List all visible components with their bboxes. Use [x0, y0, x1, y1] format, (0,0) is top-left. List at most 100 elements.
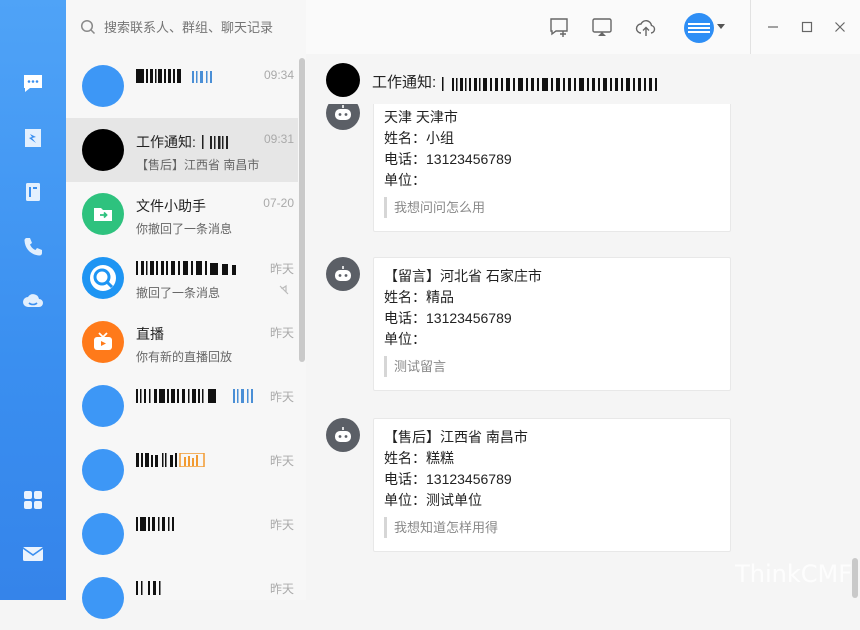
chat-avatar[interactable]	[326, 63, 360, 97]
screen-icon	[592, 18, 612, 36]
search-magnifier-icon	[90, 265, 116, 291]
search-icon	[80, 19, 96, 35]
conversation-list: 09:34 工作通知: 09:31 【售后】江西省 南昌市 文件小助手 07-2…	[66, 0, 307, 619]
left-nav	[0, 0, 66, 600]
avatar	[82, 385, 124, 427]
screen-share-button[interactable]	[590, 15, 614, 39]
avatar	[82, 321, 124, 363]
close-button[interactable]	[829, 16, 851, 38]
cloud-upload-icon	[635, 20, 656, 36]
redacted-name	[136, 261, 236, 275]
chat-header: 工作通知:	[306, 54, 860, 105]
conversation-item[interactable]: 昨天	[66, 566, 298, 630]
watermark: ThinkCMF	[735, 560, 852, 588]
message-unit: 单位：	[384, 172, 426, 188]
nav-cloud[interactable]	[13, 281, 53, 321]
conversation-time: 09:31	[263, 132, 294, 146]
message-bubble: 【售后】江西省 南昌市 姓名：糕糕 电话：13123456789 单位：测试单位…	[373, 418, 731, 552]
cloud-icon	[23, 294, 43, 307]
redacted-name	[136, 389, 253, 403]
chat-title-text: 工作通知:	[372, 74, 437, 91]
conversation-name	[136, 516, 256, 532]
avatar	[82, 193, 124, 235]
avatar	[82, 257, 124, 299]
message-note: 测试留言	[384, 356, 720, 377]
chat-icon	[24, 75, 42, 92]
conversation-name	[136, 68, 256, 84]
minimize-button[interactable]	[762, 16, 784, 38]
nav-apps[interactable]	[13, 480, 53, 520]
bot-avatar	[326, 104, 360, 130]
redacted-name	[201, 135, 228, 149]
search-input[interactable]	[102, 18, 286, 36]
message-bubble: 【留言】河北省 石家庄市 姓名：精品 电话：13123456789 单位： 测试…	[373, 257, 731, 391]
message-unit: 单位：测试单位	[384, 492, 482, 508]
minimize-icon	[768, 26, 778, 28]
message-name: 姓名：精品	[384, 289, 454, 305]
message-phone: 电话：13123456789	[384, 471, 512, 487]
conversation-time: 昨天	[269, 454, 294, 468]
chat-scrollbar[interactable]	[852, 558, 858, 598]
top-toolbar	[306, 0, 860, 54]
chat-title: 工作通知:	[372, 71, 664, 92]
mute-icon	[279, 284, 289, 295]
apps-icon	[24, 491, 42, 509]
nav-ding[interactable]	[13, 118, 53, 158]
conversation-name: 直播	[136, 326, 164, 342]
message-region: 天津 天津市	[384, 109, 458, 125]
conversation-name	[136, 580, 256, 596]
robot-icon	[335, 266, 351, 281]
file-helper-icon	[94, 208, 112, 221]
conversation-item[interactable]: 昨天	[66, 374, 298, 438]
conversation-item[interactable]: 09:34	[66, 54, 298, 118]
ding-icon	[25, 129, 41, 147]
robot-icon	[335, 427, 351, 442]
conversation-item[interactable]: 昨天 撤回了一条消息	[66, 246, 298, 310]
bot-avatar	[326, 257, 360, 291]
user-avatar-image	[688, 23, 710, 33]
message-phone: 电话：13123456789	[384, 151, 512, 167]
conversation-time: 昨天	[269, 390, 294, 404]
mail-icon	[22, 547, 44, 561]
message-name: 姓名：小组	[384, 130, 454, 146]
message-note: 我想知道怎样用得	[384, 517, 720, 538]
avatar	[82, 65, 124, 107]
conversation-item[interactable]: 昨天	[66, 438, 298, 502]
message-region: 【售后】江西省 南昌市	[384, 429, 528, 445]
bot-avatar	[326, 418, 360, 452]
nav-mail[interactable]	[13, 534, 53, 574]
maximize-button[interactable]	[796, 16, 818, 38]
user-avatar[interactable]	[684, 13, 714, 43]
conversation-preview: 你有新的直播回放	[136, 350, 233, 364]
nav-phone[interactable]	[13, 227, 53, 267]
nav-chat[interactable]	[13, 63, 53, 103]
contacts-icon	[26, 183, 40, 201]
conversation-item[interactable]: 直播 昨天 你有新的直播回放	[66, 310, 298, 374]
redacted-name	[136, 581, 161, 595]
message-phone: 电话：13123456789	[384, 310, 512, 326]
conversation-item[interactable]: 文件小助手 07-20 你撤回了一条消息	[66, 182, 298, 246]
conversation-preview: 撤回了一条消息	[136, 286, 221, 300]
conversation-name: 文件小助手	[136, 198, 206, 214]
redacted-name	[136, 517, 174, 531]
avatar	[82, 129, 124, 171]
list-scrollbar[interactable]	[299, 58, 305, 362]
chevron-down-icon[interactable]	[717, 24, 725, 30]
conversation-item-active[interactable]: 工作通知: 09:31 【售后】江西省 南昌市	[66, 118, 298, 182]
conversation-name	[136, 260, 256, 276]
conversation-item[interactable]: 昨天	[66, 502, 298, 566]
message-area: 天津 天津市 姓名：小组 电话：13123456789 单位： 我想问问怎么用 …	[306, 104, 860, 600]
message-unit: 单位：	[384, 331, 426, 347]
nav-contacts[interactable]	[13, 172, 53, 212]
conversation-name: 工作通知:	[136, 132, 256, 152]
conversation-time: 昨天	[269, 582, 294, 596]
search-bar	[66, 0, 306, 54]
maximize-icon	[801, 21, 813, 33]
avatar	[82, 513, 124, 555]
add-chat-icon	[550, 18, 568, 37]
conversation-time: 昨天	[269, 326, 294, 340]
conversation-name	[136, 388, 256, 404]
live-icon	[94, 332, 112, 350]
cloud-upload-button[interactable]	[634, 15, 658, 39]
new-chat-button[interactable]	[547, 15, 571, 39]
